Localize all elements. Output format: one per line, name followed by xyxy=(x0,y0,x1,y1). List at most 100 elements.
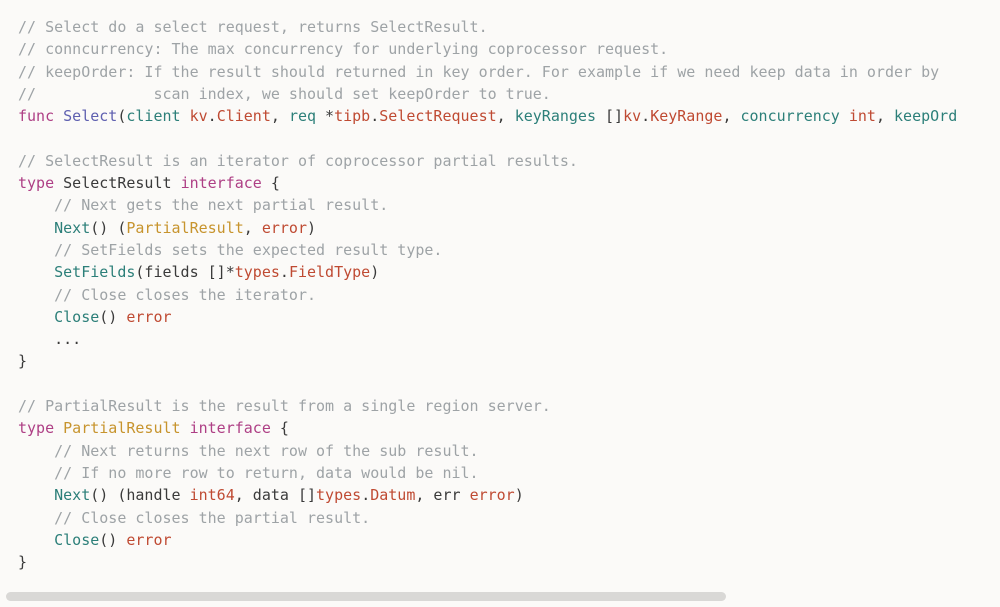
code-token: // scan index, we should set keepOrder t… xyxy=(18,85,551,103)
code-token: * xyxy=(316,107,334,125)
code-token: . xyxy=(370,107,379,125)
code-token: ) xyxy=(515,486,524,504)
code-line: // Close closes the partial result. xyxy=(18,507,982,529)
code-line: // SetFields sets the expected result ty… xyxy=(18,239,982,261)
code-token: // PartialResult is the result from a si… xyxy=(18,397,551,415)
code-token xyxy=(181,419,190,437)
code-token xyxy=(840,107,849,125)
code-line: // keepOrder: If the result should retur… xyxy=(18,61,982,83)
code-token: req xyxy=(289,107,316,125)
code-token xyxy=(54,419,63,437)
code-token: // conncurrency: The max concurrency for… xyxy=(18,40,668,58)
code-token: ) xyxy=(307,219,316,237)
code-token: interface xyxy=(181,174,262,192)
code-token xyxy=(18,375,27,393)
code-line: Next() (PartialResult, error) xyxy=(18,217,982,239)
code-token: . xyxy=(361,486,370,504)
code-token: Close xyxy=(54,308,99,326)
code-token: KeyRange xyxy=(650,107,722,125)
code-token: // keepOrder: If the result should retur… xyxy=(18,63,939,81)
code-token: () xyxy=(99,531,126,549)
code-token xyxy=(18,219,54,237)
code-token: types xyxy=(316,486,361,504)
code-token xyxy=(181,107,190,125)
code-token xyxy=(18,241,54,259)
horizontal-scrollbar-track[interactable] xyxy=(6,592,994,601)
code-token: type xyxy=(18,174,54,192)
code-token xyxy=(18,308,54,326)
code-token: client xyxy=(126,107,180,125)
code-token: keepOrd xyxy=(894,107,957,125)
code-token: , xyxy=(497,107,515,125)
code-token: Close xyxy=(54,531,99,549)
code-token: , xyxy=(722,107,740,125)
code-token: } xyxy=(18,553,27,571)
code-line: ... xyxy=(18,328,982,350)
code-line: type PartialResult interface { xyxy=(18,417,982,439)
code-token xyxy=(18,464,54,482)
code-token: ... xyxy=(18,330,81,348)
code-token: () ( xyxy=(90,219,126,237)
code-token: // Close closes the iterator. xyxy=(54,286,316,304)
code-token: SelectResult xyxy=(54,174,180,192)
code-token: // Next gets the next partial result. xyxy=(54,196,388,214)
code-line: } xyxy=(18,551,982,573)
code-token: error xyxy=(470,486,515,504)
code-token xyxy=(18,509,54,527)
code-token: (fields []* xyxy=(135,263,234,281)
code-token: Select xyxy=(63,107,117,125)
code-token: FieldType xyxy=(289,263,370,281)
code-token: concurrency xyxy=(741,107,840,125)
code-line: } xyxy=(18,350,982,372)
code-line: // conncurrency: The max concurrency for… xyxy=(18,38,982,60)
horizontal-scrollbar-thumb[interactable] xyxy=(6,592,726,601)
code-line: // SelectResult is an iterator of coproc… xyxy=(18,150,982,172)
code-token: , data [] xyxy=(235,486,316,504)
code-token: error xyxy=(262,219,307,237)
code-token: types xyxy=(235,263,280,281)
code-token: error xyxy=(126,531,171,549)
code-line xyxy=(18,373,982,395)
code-line: Next() (handle int64, data []types.Datum… xyxy=(18,484,982,506)
code-token: kv xyxy=(190,107,208,125)
code-token: () xyxy=(99,308,126,326)
code-token: // SelectResult is an iterator of coproc… xyxy=(18,152,578,170)
code-token: // Next returns the next row of the sub … xyxy=(54,442,478,460)
code-token xyxy=(18,531,54,549)
code-line: Close() error xyxy=(18,306,982,328)
code-line: // Close closes the iterator. xyxy=(18,284,982,306)
code-viewport: // Select do a select request, returns S… xyxy=(0,0,1000,607)
code-token: [] xyxy=(596,107,623,125)
code-line: // Next gets the next partial result. xyxy=(18,194,982,216)
code-token: . xyxy=(208,107,217,125)
code-token: PartialResult xyxy=(63,419,180,437)
code-line xyxy=(18,127,982,149)
code-token: Next xyxy=(54,486,90,504)
code-token: // SetFields sets the expected result ty… xyxy=(54,241,442,259)
code-token: Datum xyxy=(370,486,415,504)
code-token xyxy=(18,129,27,147)
code-token: SelectRequest xyxy=(379,107,496,125)
code-line: type SelectResult interface { xyxy=(18,172,982,194)
code-line: // Select do a select request, returns S… xyxy=(18,16,982,38)
code-token: , xyxy=(244,219,262,237)
code-token xyxy=(18,286,54,304)
code-line: func Select(client kv.Client, req *tipb.… xyxy=(18,105,982,127)
code-line: // Next returns the next row of the sub … xyxy=(18,440,982,462)
code-token: , xyxy=(876,107,894,125)
code-token: int xyxy=(849,107,876,125)
code-token: int64 xyxy=(190,486,235,504)
code-line: Close() error xyxy=(18,529,982,551)
code-token: } xyxy=(18,352,27,370)
code-token: tipb xyxy=(334,107,370,125)
code-line: // scan index, we should set keepOrder t… xyxy=(18,83,982,105)
code-token: // Select do a select request, returns S… xyxy=(18,18,488,36)
code-token: // If no more row to return, data would … xyxy=(54,464,478,482)
code-line: // PartialResult is the result from a si… xyxy=(18,395,982,417)
code-token: kv xyxy=(623,107,641,125)
code-token: PartialResult xyxy=(126,219,243,237)
code-token: () (handle xyxy=(90,486,189,504)
code-token: type xyxy=(18,419,54,437)
code-line: // If no more row to return, data would … xyxy=(18,462,982,484)
code-token: { xyxy=(271,419,289,437)
